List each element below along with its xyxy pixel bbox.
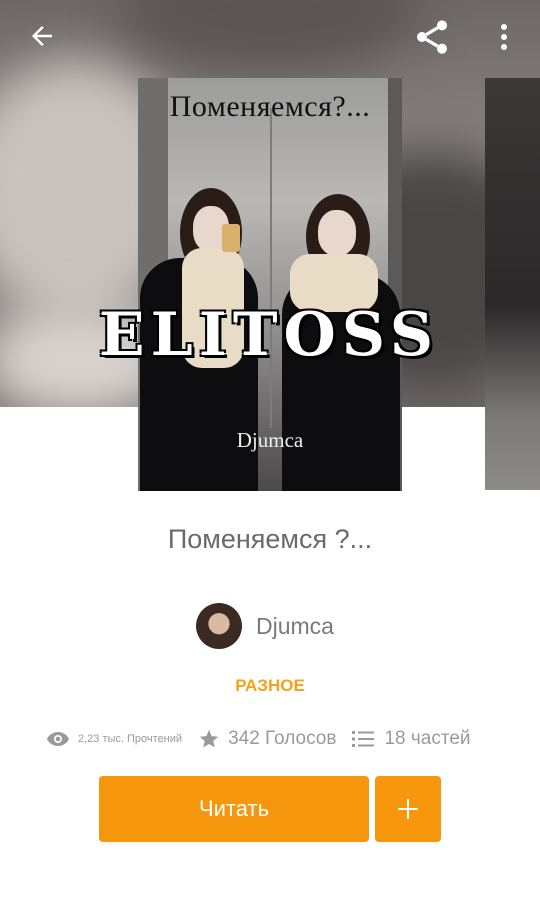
back-button[interactable] [18,14,66,58]
back-arrow-icon [32,26,52,46]
share-button[interactable] [408,14,456,60]
more-options-button[interactable] [486,14,522,60]
share-icon [417,20,447,54]
story-stats: 2,23 тыс. Прочтений 342 Голосов 18 часте… [46,722,471,756]
cover-watermark: ELITOSS [98,300,440,370]
list-icon [352,731,375,747]
next-story-cover[interactable] [485,78,540,490]
add-to-library-button[interactable] [375,776,441,842]
votes-count: 342 Голосов [228,728,337,749]
eye-icon [47,732,69,746]
story-title: Поменяемся ?... [167,524,373,554]
plus-icon [398,799,418,819]
cover-title-text: Поменяемся?... [169,90,371,123]
read-button-label: Читать [198,796,270,821]
more-vert-icon [501,24,507,50]
votes-stat: 342 Голосов [198,728,336,750]
parts-count: 18 частей [384,728,471,749]
top-bar [0,0,540,72]
reads-stat: 2,23 тыс. Прочтений [46,730,182,748]
category-label[interactable]: РАЗНОЕ [0,676,540,696]
read-button[interactable]: Читать [99,776,369,842]
cover-author-text: Djumca [236,428,304,452]
author-row[interactable]: Djumca [196,602,334,650]
avatar[interactable] [196,603,242,649]
star-icon [199,729,219,748]
reads-count: 2,23 тыс. Прочтений [78,733,183,745]
author-name[interactable]: Djumca [256,613,334,640]
story-cover[interactable]: Поменяемся?... Djumca [138,78,402,491]
parts-stat[interactable]: 18 частей [352,728,471,750]
